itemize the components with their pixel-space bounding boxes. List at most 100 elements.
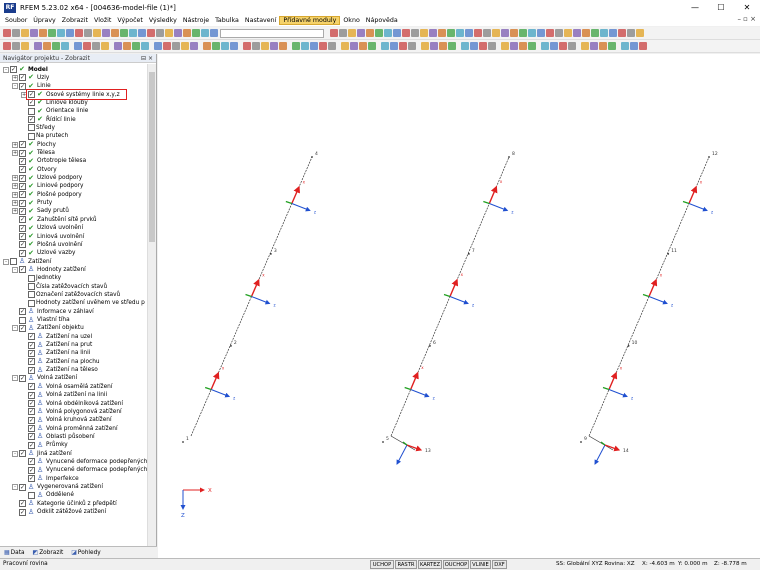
tb1-tool-icon[interactable] xyxy=(375,29,383,37)
mdi-window-controls[interactable]: – ▫ × xyxy=(737,15,756,23)
tb1-tool-icon[interactable] xyxy=(492,29,500,37)
tree-checkbox[interactable]: ✓ xyxy=(28,416,35,424)
tb2-tool-icon[interactable] xyxy=(399,42,407,50)
tree-checkbox[interactable]: ✓ xyxy=(28,116,35,124)
tree-checkbox[interactable]: ✓ xyxy=(19,324,26,332)
collapse-icon[interactable]: - xyxy=(12,484,18,490)
tb1-tool-icon[interactable] xyxy=(519,29,527,37)
menu-item-1[interactable]: Úpravy xyxy=(30,17,59,24)
status-toggle-kartez[interactable]: KARTEZ xyxy=(418,560,442,569)
tb1-tool-icon[interactable] xyxy=(636,29,644,37)
tb1-tool-icon[interactable] xyxy=(84,29,92,37)
tb1-tool-icon[interactable] xyxy=(3,29,11,37)
menu-item-11[interactable]: Nápověda xyxy=(363,17,401,24)
expand-icon[interactable]: + xyxy=(12,175,18,182)
tb1-tool-icon[interactable] xyxy=(627,29,635,37)
menu-item-7[interactable]: Tabulka xyxy=(212,17,242,24)
menu-item-4[interactable]: Výpočet xyxy=(114,17,146,24)
tree-checkbox[interactable]: ✓ xyxy=(19,207,26,215)
tb2-tool-icon[interactable] xyxy=(328,42,336,50)
tb1-tool-icon[interactable] xyxy=(165,29,173,37)
tb1-tool-icon[interactable] xyxy=(447,29,455,37)
tb1-tool-icon[interactable] xyxy=(393,29,401,37)
tree-checkbox[interactable]: ✓ xyxy=(19,141,26,149)
tb2-tool-icon[interactable] xyxy=(163,42,171,50)
tree-checkbox[interactable]: ✓ xyxy=(19,233,26,240)
navigator-scrollbar[interactable] xyxy=(147,64,156,546)
tb2-tool-icon[interactable] xyxy=(430,42,438,50)
collapse-icon[interactable]: - xyxy=(12,83,18,90)
tb1-tool-icon[interactable] xyxy=(411,29,419,37)
tab-display[interactable]: ◩ Zobrazit xyxy=(29,549,68,556)
tb1-tool-icon[interactable] xyxy=(384,29,392,37)
tree-checkbox[interactable]: ✓ xyxy=(19,174,26,182)
tb1-tool-icon[interactable] xyxy=(210,29,218,37)
expand-icon[interactable]: + xyxy=(12,141,18,148)
tree-checkbox[interactable]: ✓ xyxy=(28,366,35,374)
status-toggle-vlinie[interactable]: VLINIE xyxy=(470,560,491,569)
status-toggle-dxf[interactable]: DXF xyxy=(492,560,507,569)
tree-checkbox[interactable]: ✓ xyxy=(19,266,26,274)
collapse-icon[interactable]: - xyxy=(3,258,9,265)
tb1-tool-icon[interactable] xyxy=(57,29,65,37)
tree-checkbox[interactable]: ✓ xyxy=(28,466,35,474)
tree-checkbox[interactable]: ✓ xyxy=(19,199,26,207)
menu-item-2[interactable]: Zobrazit xyxy=(59,17,91,24)
status-toggle-rastr[interactable]: RASTR xyxy=(395,560,417,569)
tb2-tool-icon[interactable] xyxy=(630,42,638,50)
tb2-tool-icon[interactable] xyxy=(154,42,162,50)
tb1-tool-icon[interactable] xyxy=(102,29,110,37)
tb1-tool-icon[interactable] xyxy=(66,29,74,37)
tree-item[interactable]: ✓ ♙ Odklit zátěžové zatížení xyxy=(12,508,106,517)
tb1-tool-icon[interactable] xyxy=(420,29,428,37)
menu-item-0[interactable]: Soubor xyxy=(2,17,30,24)
tree-checkbox[interactable]: ✓ xyxy=(19,241,26,249)
tb1-tool-icon[interactable] xyxy=(156,29,164,37)
tb2-tool-icon[interactable] xyxy=(501,42,509,50)
tb2-tool-icon[interactable] xyxy=(559,42,567,50)
tb2-tool-icon[interactable] xyxy=(221,42,229,50)
tb2-tool-icon[interactable] xyxy=(181,42,189,50)
tree-checkbox[interactable]: ✓ xyxy=(28,475,35,483)
tb2-tool-icon[interactable] xyxy=(12,42,20,50)
tree-checkbox[interactable]: ✓ xyxy=(19,249,26,257)
tb2-tool-icon[interactable] xyxy=(319,42,327,50)
status-toggle-uchop[interactable]: UCHOP xyxy=(370,560,394,569)
tb2-tool-icon[interactable] xyxy=(639,42,647,50)
tree-checkbox[interactable]: ✓ xyxy=(19,308,26,316)
tree-checkbox[interactable]: ✓ xyxy=(19,224,26,232)
tb2-tool-icon[interactable] xyxy=(439,42,447,50)
tb2-tool-icon[interactable] xyxy=(203,42,211,50)
tb1-tool-icon[interactable] xyxy=(12,29,20,37)
tb1-tool-icon[interactable] xyxy=(366,29,374,37)
tb1-tool-icon[interactable] xyxy=(474,29,482,37)
tree-checkbox[interactable] xyxy=(28,132,35,140)
tb2-tool-icon[interactable] xyxy=(310,42,318,50)
tb2-tool-icon[interactable] xyxy=(568,42,576,50)
tb2-tool-icon[interactable] xyxy=(301,42,309,50)
tb2-tool-icon[interactable] xyxy=(519,42,527,50)
tb1-tool-icon[interactable] xyxy=(339,29,347,37)
minimize-button[interactable]: — xyxy=(682,0,708,15)
tb1-tool-icon[interactable] xyxy=(111,29,119,37)
tb1-tool-icon[interactable] xyxy=(75,29,83,37)
tb2-tool-icon[interactable] xyxy=(292,42,300,50)
tb2-tool-icon[interactable] xyxy=(408,42,416,50)
tree-checkbox[interactable]: ✓ xyxy=(19,450,26,458)
collapse-icon[interactable]: - xyxy=(12,325,18,332)
tb2-tool-icon[interactable] xyxy=(114,42,122,50)
tb2-tool-icon[interactable] xyxy=(621,42,629,50)
tb1-tool-icon[interactable] xyxy=(147,29,155,37)
tb1-tool-icon[interactable] xyxy=(138,29,146,37)
tb2-tool-icon[interactable] xyxy=(123,42,131,50)
tree-checkbox[interactable]: ✓ xyxy=(19,149,26,157)
expand-icon[interactable]: + xyxy=(12,183,18,190)
tb1-tool-icon[interactable] xyxy=(483,29,491,37)
collapse-icon[interactable]: - xyxy=(12,375,18,382)
tb1-tool-icon[interactable] xyxy=(537,29,545,37)
menu-item-3[interactable]: Vložit xyxy=(91,17,114,24)
tb2-tool-icon[interactable] xyxy=(448,42,456,50)
load-case-combo[interactable] xyxy=(220,29,324,38)
tb1-tool-icon[interactable] xyxy=(510,29,518,37)
tb1-tool-icon[interactable] xyxy=(546,29,554,37)
